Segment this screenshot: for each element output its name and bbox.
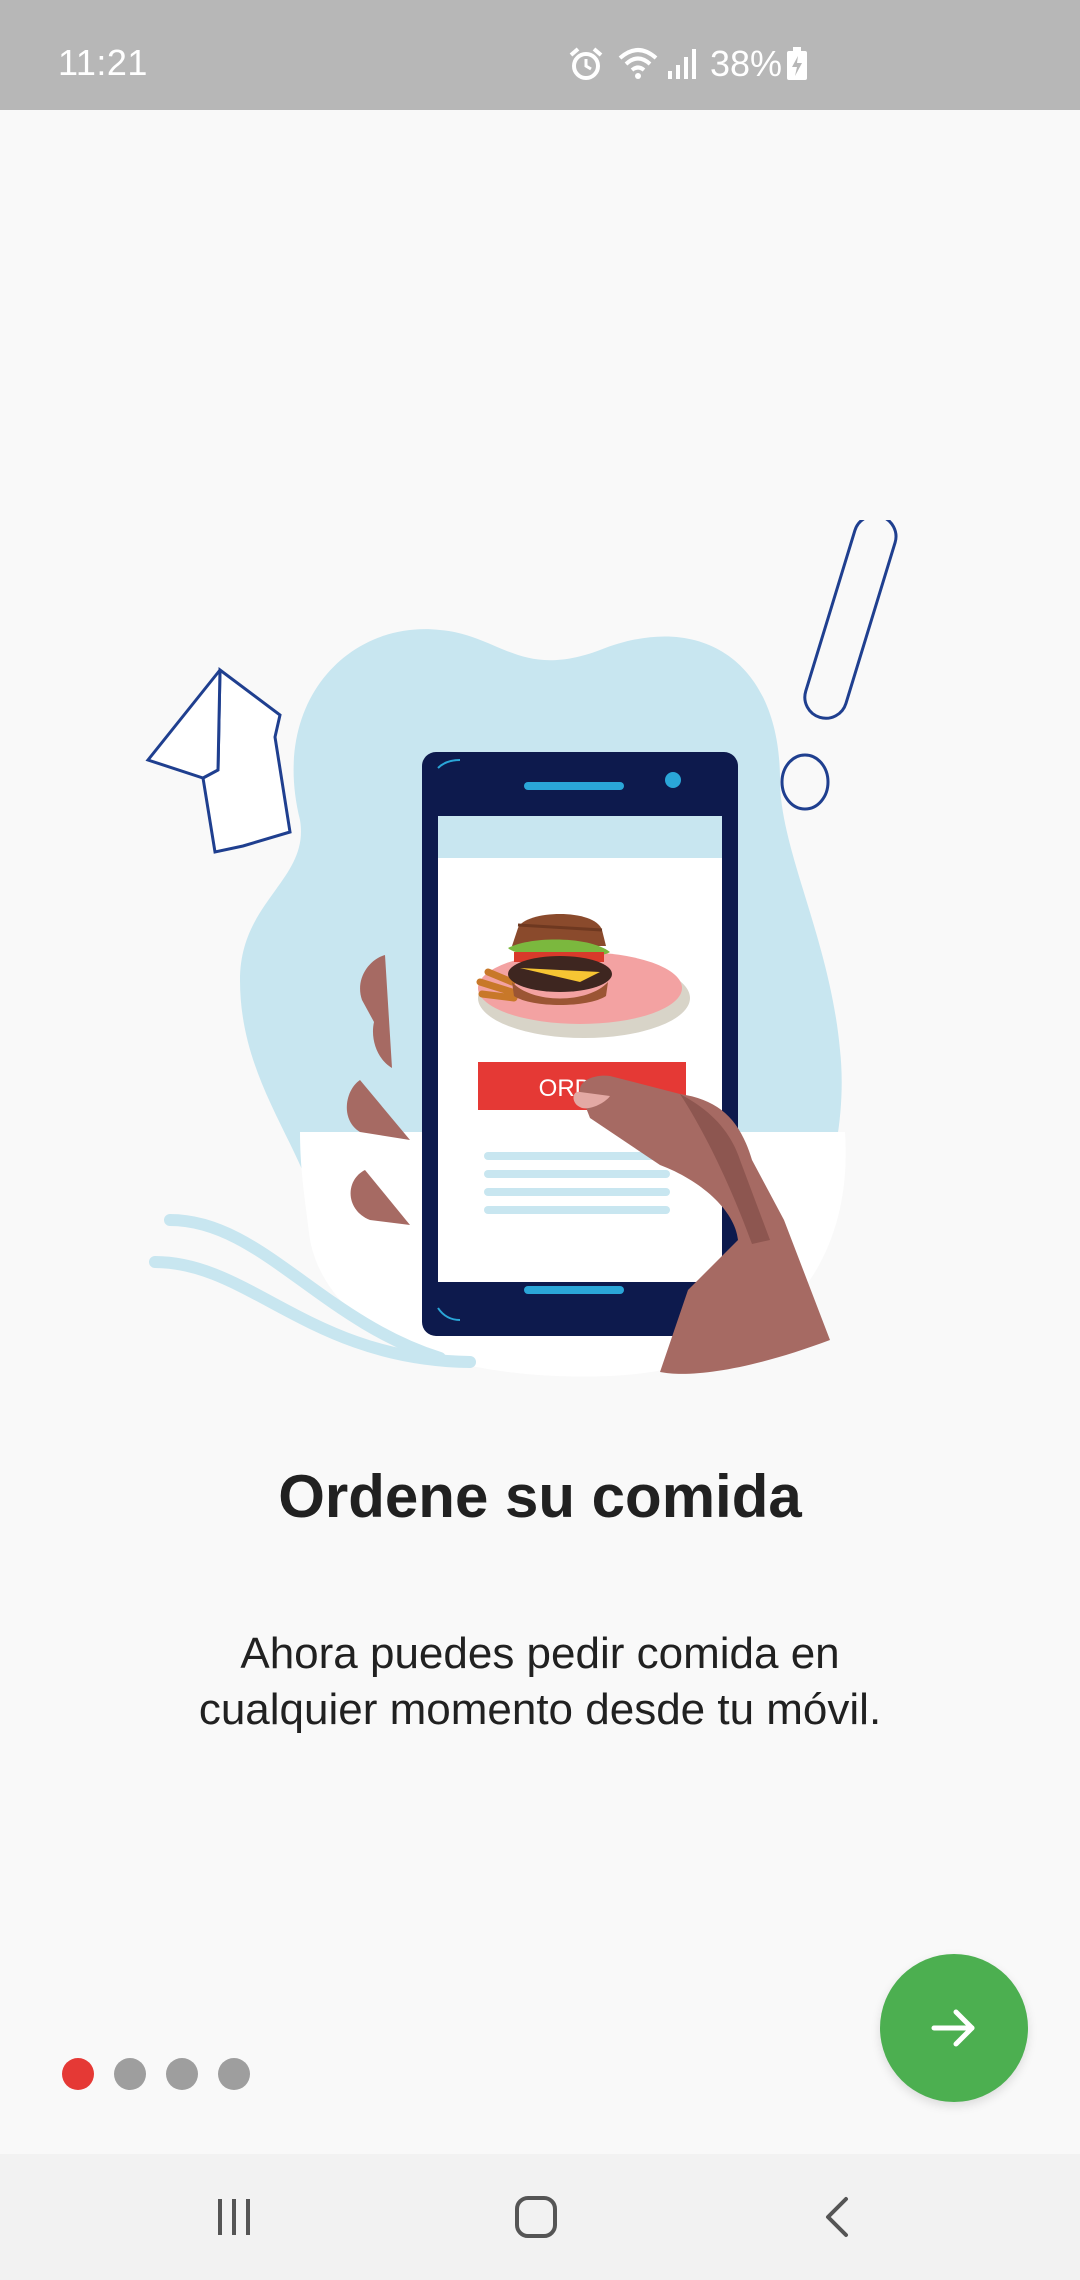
page-dot-1[interactable] (62, 2058, 94, 2090)
page-dot-4[interactable] (218, 2058, 250, 2090)
status-bar: 11:21 38% (0, 0, 1080, 110)
navigation-bar (0, 2154, 1080, 2280)
battery-charging-icon (787, 47, 808, 80)
status-icons: 38% (566, 43, 808, 84)
signal-icon (668, 49, 696, 79)
back-button[interactable] (738, 2154, 938, 2280)
next-button[interactable] (880, 1954, 1028, 2102)
wifi-icon (618, 48, 658, 79)
home-button[interactable] (436, 2154, 636, 2280)
battery-percentage: 38% (710, 43, 783, 84)
home-icon (515, 2196, 557, 2238)
arrow-right-icon (931, 2009, 975, 2047)
page-indicator (62, 2058, 250, 2090)
back-icon (826, 2197, 848, 2237)
page-dot-3[interactable] (166, 2058, 198, 2090)
recent-apps-button[interactable] (134, 2154, 334, 2280)
onboarding-title: Ordene su comida (278, 1463, 802, 1530)
pill-shape (803, 520, 898, 720)
page-dot-2[interactable] (114, 2058, 146, 2090)
status-time: 11:21 (58, 42, 148, 83)
ring-shape (780, 753, 830, 811)
recent-apps-icon (218, 2199, 250, 2235)
alarm-icon (569, 47, 603, 80)
onboarding-description: Ahora puedes pedir comida en cualquier m… (198, 1629, 882, 1734)
onboarding-illustration: ORDER (145, 520, 898, 1377)
